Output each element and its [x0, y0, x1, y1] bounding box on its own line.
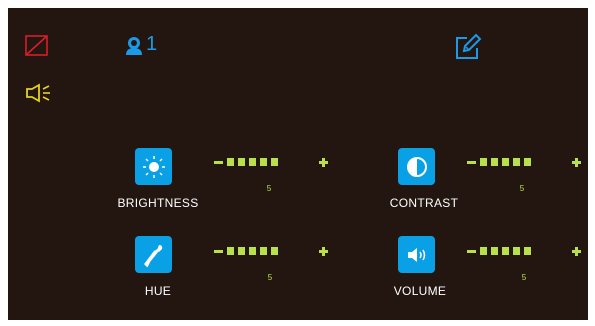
- brightness-level-segment: [271, 158, 278, 166]
- brightness-level-segment: [260, 158, 267, 166]
- brightness-level-segment: [249, 158, 256, 166]
- hue-level-segment: [249, 247, 256, 255]
- brightness-label: BRIGHTNESS: [117, 196, 199, 210]
- volume-icon: [407, 247, 425, 262]
- volume-level-segment: [524, 247, 531, 255]
- volume-level-segment: [502, 247, 509, 255]
- hue-value: 5: [267, 273, 273, 282]
- volume-level-segment: [480, 247, 487, 255]
- contrast-label: CONTRAST: [389, 196, 459, 210]
- volume-level-segment: [513, 247, 520, 255]
- volume-level-segment: [491, 247, 498, 255]
- user-icon: [126, 37, 142, 55]
- contrast-level-segment: [491, 158, 498, 166]
- user-count: 1: [146, 33, 158, 55]
- hue-level-segment: [238, 247, 245, 255]
- settings-screen: 1 BRIGHTNESS 5 CONTRAST 5 HUE 5 VOLUME 5: [8, 8, 588, 320]
- contrast-level-segment: [524, 158, 531, 166]
- contrast-level-segment: [480, 158, 487, 166]
- sun-icon: [142, 155, 165, 178]
- contrast-icon: [406, 156, 427, 177]
- no-signal-icon: [25, 35, 48, 56]
- contrast-value: 5: [519, 184, 525, 193]
- volume-decrease[interactable]: [467, 250, 476, 253]
- hue-level-segment: [271, 247, 278, 255]
- contrast-decrease[interactable]: [467, 161, 476, 164]
- brightness-value: 5: [266, 184, 272, 193]
- hue-increase[interactable]: [319, 247, 328, 256]
- hue-decrease[interactable]: [214, 250, 223, 253]
- volume-increase[interactable]: [572, 247, 581, 256]
- contrast-level-segment: [502, 158, 509, 166]
- brightness-level-segment: [227, 158, 234, 166]
- hue-label: HUE: [144, 284, 172, 298]
- hue-level-segment: [260, 247, 267, 255]
- contrast-button[interactable]: [398, 148, 435, 185]
- hue-level-segment: [227, 247, 234, 255]
- brightness-button[interactable]: [135, 148, 172, 185]
- brightness-decrease[interactable]: [214, 161, 223, 164]
- volume-button[interactable]: [398, 236, 435, 273]
- brightness-level-segment: [238, 158, 245, 166]
- hue-button[interactable]: [135, 236, 172, 273]
- speaker-icon: [26, 83, 50, 103]
- dropper-icon: [143, 244, 162, 267]
- edit-icon[interactable]: [454, 33, 482, 61]
- volume-value: 5: [521, 273, 527, 282]
- contrast-level-segment: [513, 158, 520, 166]
- contrast-increase[interactable]: [572, 158, 581, 167]
- volume-label: VOLUME: [393, 284, 447, 298]
- brightness-increase[interactable]: [319, 158, 328, 167]
